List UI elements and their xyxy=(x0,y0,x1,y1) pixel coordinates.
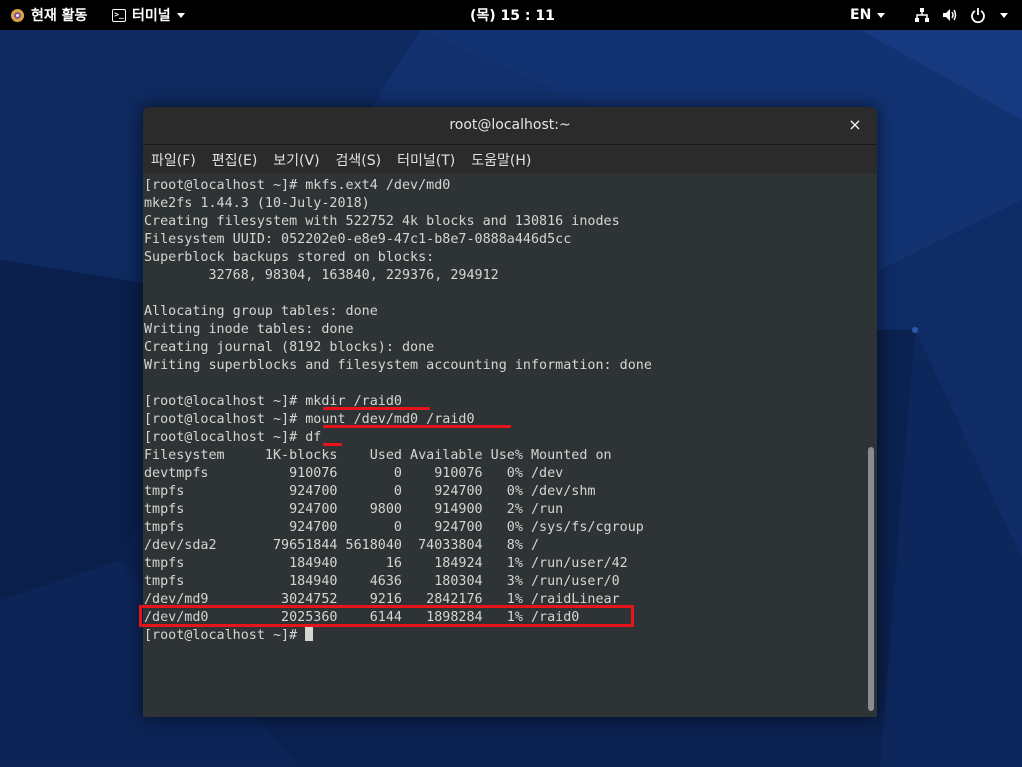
terminal-line: [root@localhost ~]# mkdir /raid0 xyxy=(144,394,402,409)
terminal-line: [root@localhost ~]# xyxy=(144,627,865,645)
menu-help[interactable]: 도움말(H) xyxy=(463,150,539,170)
terminal-line: [root@localhost ~]# df xyxy=(144,430,322,445)
scrollbar-thumb[interactable] xyxy=(868,447,874,711)
terminal-line: Creating filesystem with 522752 4k block… xyxy=(144,214,620,229)
menu-terminal[interactable]: 터미널(T) xyxy=(389,150,463,170)
app-menu-button[interactable]: >_ 터미널 xyxy=(112,0,185,30)
terminal-line: tmpfs 184940 4636 180304 3% /run/user/0 xyxy=(144,574,620,589)
activities-logo-icon xyxy=(10,8,25,22)
annotation-underline-mount xyxy=(323,425,511,428)
top-bar: 현재 활동 >_ 터미널 (목) 15 : 11 EN xyxy=(0,0,1022,30)
terminal-line: devtmpfs 910076 0 910076 0% /dev xyxy=(144,466,564,481)
network-icon xyxy=(915,8,929,22)
menu-bar: 파일(F) 편집(E) 보기(V) 검색(S) 터미널(T) 도움말(H) xyxy=(143,145,877,174)
language-label: EN xyxy=(850,7,872,23)
terminal-line: Writing superblocks and filesystem accou… xyxy=(144,358,652,373)
terminal-line: Superblock backups stored on blocks: xyxy=(144,250,435,265)
menu-search[interactable]: 검색(S) xyxy=(328,150,390,170)
window-title: root@localhost:~ xyxy=(449,117,571,133)
terminal-text: [root@localhost ~]# mkfs.ext4 /dev/md0 mk… xyxy=(143,175,865,645)
annotation-underline-mkdir xyxy=(323,407,430,410)
menu-edit[interactable]: 편집(E) xyxy=(204,150,266,170)
terminal-line: mke2fs 1.44.3 (10-July-2018) xyxy=(144,196,370,211)
close-button[interactable]: × xyxy=(843,113,867,137)
chevron-down-icon xyxy=(877,12,886,18)
chevron-down-icon xyxy=(176,12,185,18)
system-status-menu[interactable] xyxy=(914,0,1008,30)
terminal-line: 32768, 98304, 163840, 229376, 294912 xyxy=(144,268,499,283)
terminal-line: Allocating group tables: done xyxy=(144,304,378,319)
scrollbar[interactable] xyxy=(865,175,877,717)
menu-view[interactable]: 보기(V) xyxy=(265,150,327,170)
menu-file[interactable]: 파일(F) xyxy=(143,150,204,170)
terminal-output[interactable]: [root@localhost ~]# mkfs.ext4 /dev/md0 mk… xyxy=(143,175,865,717)
annotation-underline-df xyxy=(323,443,342,446)
terminal-line: [root@localhost ~]# mkfs.ext4 /dev/md0 xyxy=(144,178,451,193)
clock[interactable]: (목) 15 : 11 xyxy=(470,0,555,30)
app-menu-label: 터미널 xyxy=(132,8,171,24)
activities-button[interactable]: 현재 활동 xyxy=(10,0,87,30)
power-icon xyxy=(971,8,985,23)
volume-icon xyxy=(943,9,957,21)
terminal-cursor xyxy=(305,627,314,641)
activities-label: 현재 활동 xyxy=(31,8,88,24)
terminal-line: Creating journal (8192 blocks): done xyxy=(144,340,435,355)
terminal-app-icon: >_ xyxy=(112,8,126,22)
language-selector[interactable]: EN xyxy=(850,0,886,30)
terminal-line: Filesystem 1K-blocks Used Available Use%… xyxy=(144,448,612,463)
terminal-line: Filesystem UUID: 052202e0-e8e9-47c1-b8e7… xyxy=(144,232,572,247)
terminal-line: tmpfs 184940 16 184924 1% /run/user/42 xyxy=(144,556,628,571)
terminal-line: Writing inode tables: done xyxy=(144,322,354,337)
terminal-line: /dev/sda2 79651844 5618040 74033804 8% / xyxy=(144,538,540,553)
terminal-line: tmpfs 924700 9800 914900 2% /run xyxy=(144,502,564,517)
terminal-line: tmpfs 924700 0 924700 0% /sys/fs/cgroup xyxy=(144,520,644,535)
window-titlebar[interactable]: root@localhost:~ × xyxy=(143,107,877,145)
annotation-box-md0-row xyxy=(139,605,634,627)
terminal-line: tmpfs 924700 0 924700 0% /dev/shm xyxy=(144,484,596,499)
chevron-down-icon xyxy=(1000,12,1008,18)
